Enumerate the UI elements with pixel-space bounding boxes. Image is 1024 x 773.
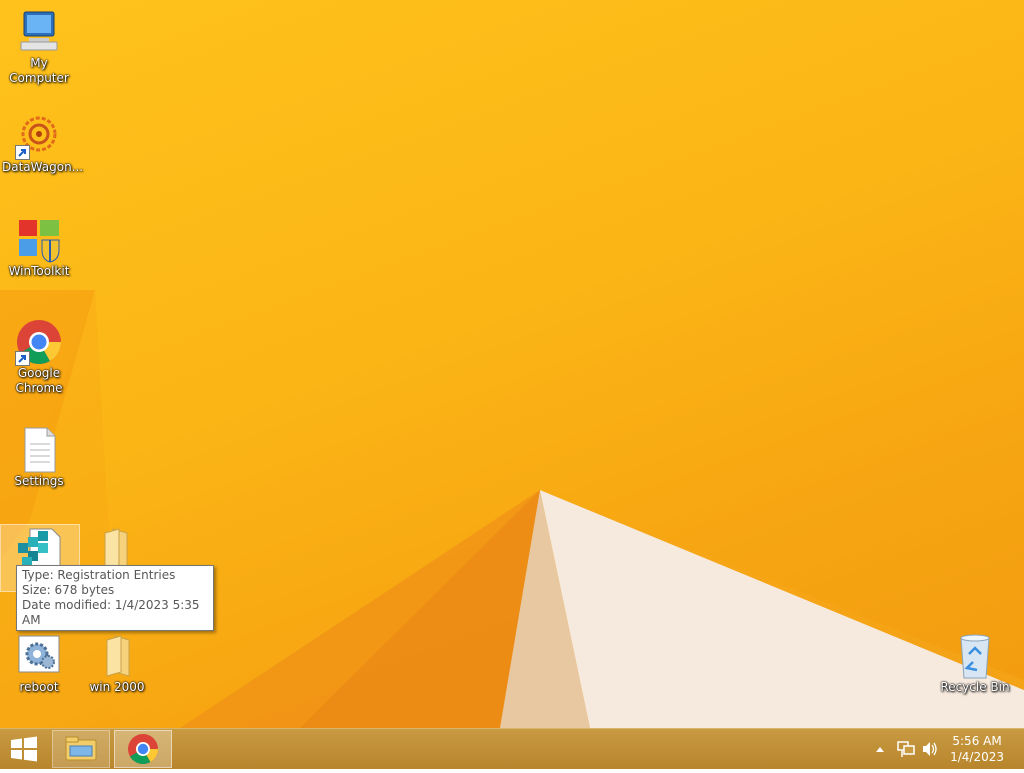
clock-time: 5:56 AM xyxy=(952,734,1002,748)
icon-label: My Computer xyxy=(9,56,69,85)
icon-label: reboot xyxy=(19,680,59,694)
wintoolkit-icon-item[interactable]: WinToolkit xyxy=(0,216,78,279)
icon-label-line1: Google xyxy=(17,366,61,380)
gear-script-icon xyxy=(15,632,63,680)
tray-network-button[interactable] xyxy=(896,729,916,769)
taskbar-chrome-button[interactable] xyxy=(114,730,172,768)
clock-date: 1/4/2023 xyxy=(950,750,1004,764)
speaker-icon xyxy=(923,742,937,756)
chrome-icon xyxy=(128,734,158,765)
icon-label-line2: Chrome xyxy=(15,381,63,395)
datawagon-icon-item[interactable]: DataWagon... xyxy=(0,112,84,175)
google-chrome-icon-item[interactable]: Google Chrome xyxy=(0,318,78,396)
system-clock[interactable]: 5:56 AM 1/4/2023 xyxy=(950,733,1004,765)
tray-volume-button[interactable] xyxy=(920,729,940,769)
tray-show-hidden-button[interactable] xyxy=(872,729,888,769)
computer-icon xyxy=(15,8,63,56)
start-button[interactable] xyxy=(0,730,48,768)
chrome-icon xyxy=(15,318,63,366)
file-info-tooltip: Type: Registration Entries Size: 678 byt… xyxy=(16,565,214,631)
recycle-bin-icon xyxy=(951,632,999,680)
tooltip-type: Type: Registration Entries xyxy=(22,568,176,582)
chevron-up-icon xyxy=(876,747,884,752)
datawagon-app-icon xyxy=(15,112,63,160)
icon-label: win 2000 xyxy=(89,680,145,694)
folder-icon xyxy=(93,632,141,680)
windows-logo-icon xyxy=(11,736,37,762)
tooltip-date-modified: Date modified: 1/4/2023 5:35 AM xyxy=(22,598,200,627)
icon-label: Settings xyxy=(14,474,64,488)
wintoolkit-app-icon xyxy=(15,216,63,264)
icon-label: WinToolkit xyxy=(8,264,70,278)
text-file-icon xyxy=(15,426,63,474)
my-computer-icon-item[interactable]: My Computer xyxy=(0,8,78,86)
taskbar: 5:56 AM 1/4/2023 xyxy=(0,728,1024,769)
win-2000-folder-icon-item[interactable]: win 2000 xyxy=(78,632,156,695)
shortcut-arrow-icon xyxy=(15,145,30,160)
file-explorer-icon xyxy=(65,736,97,761)
shortcut-arrow-icon xyxy=(15,351,30,366)
icon-label: DataWagon... xyxy=(2,160,84,174)
desktop[interactable]: My Computer DataWagon... WinToolkit Goog… xyxy=(0,0,1024,728)
icon-label: Recycle Bin xyxy=(940,680,1010,694)
network-icon xyxy=(897,741,915,757)
recycle-bin-icon-item[interactable]: Recycle Bin xyxy=(936,632,1014,695)
settings-file-icon-item[interactable]: Settings xyxy=(0,426,78,489)
tooltip-size: Size: 678 bytes xyxy=(22,583,115,597)
reboot-icon-item[interactable]: reboot xyxy=(0,632,78,695)
taskbar-file-explorer-button[interactable] xyxy=(52,730,110,768)
